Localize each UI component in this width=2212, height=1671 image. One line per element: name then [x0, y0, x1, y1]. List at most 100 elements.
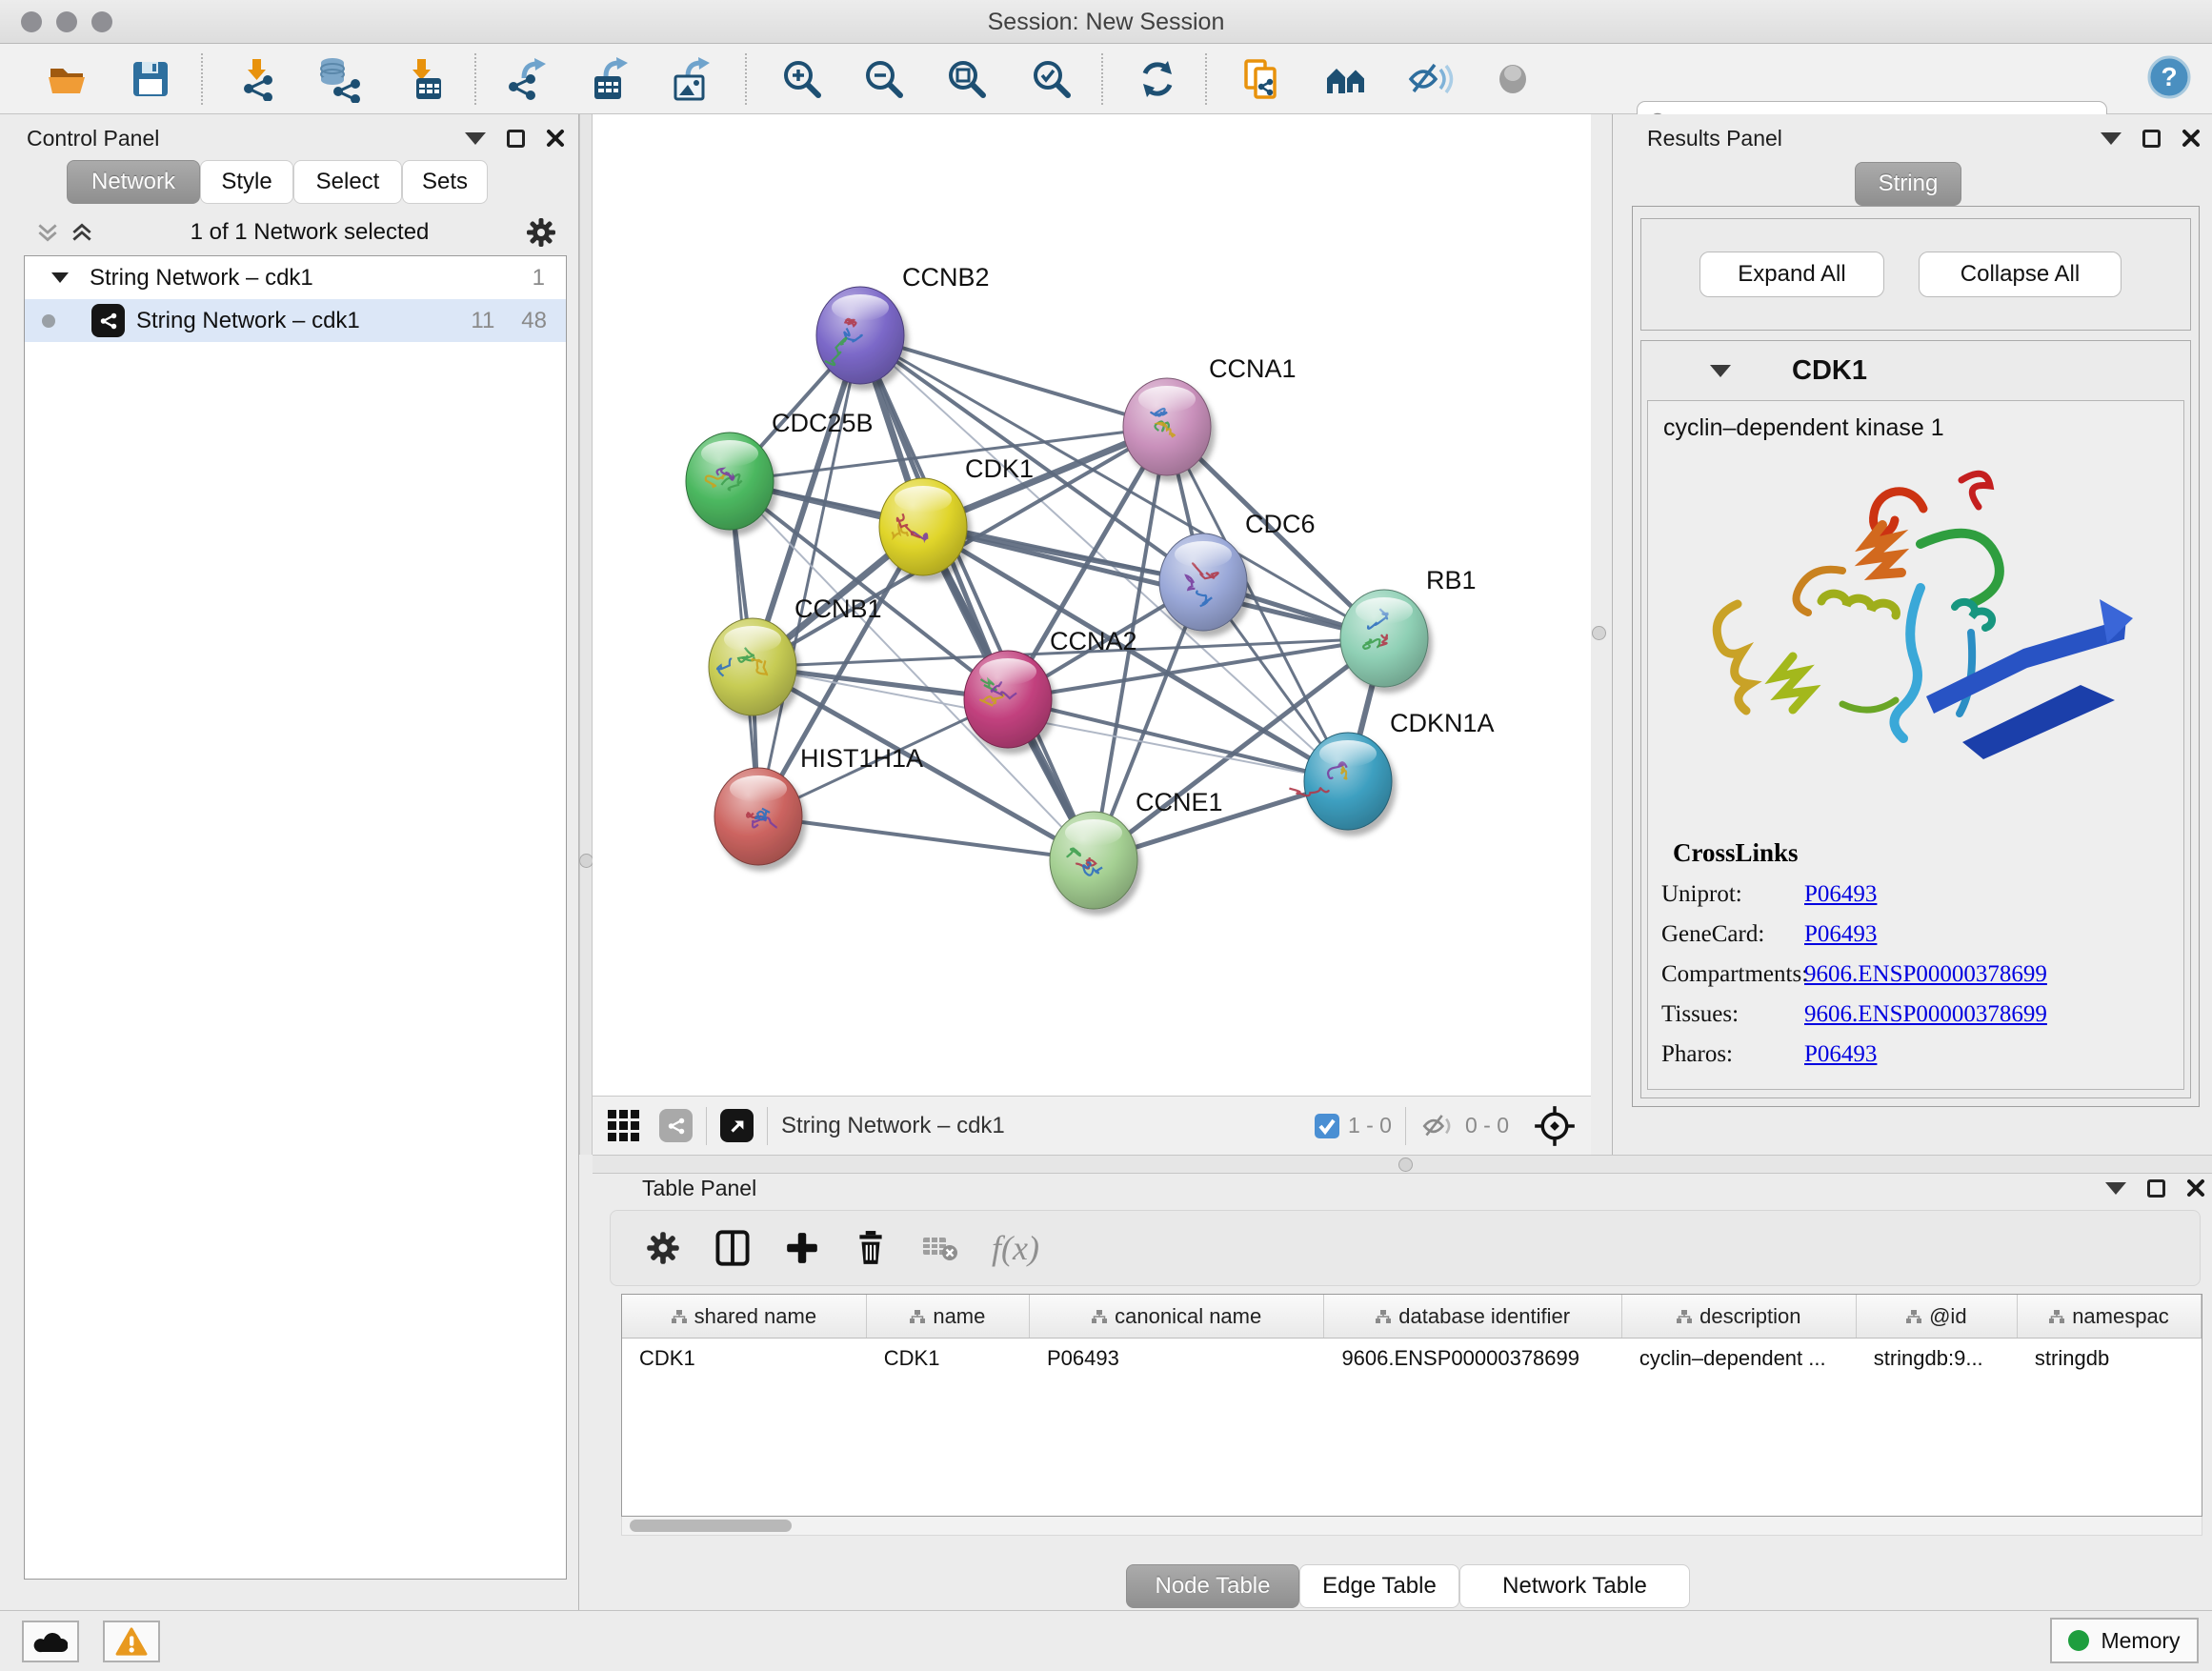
network-view-title: String Network – cdk1 [781, 1113, 1005, 1139]
horizontal-splitter[interactable] [593, 1155, 2212, 1174]
tab-sets[interactable]: Sets [402, 160, 488, 204]
network-options-gear-icon[interactable] [525, 216, 557, 249]
column-header-description[interactable]: description [1622, 1295, 1857, 1338]
tab-network-table[interactable]: Network Table [1459, 1564, 1690, 1608]
maximize-panel-icon[interactable] [507, 130, 525, 148]
cloud-status-button[interactable] [22, 1621, 79, 1662]
tab-edge-table[interactable]: Edge Table [1299, 1564, 1459, 1608]
crosslink-link[interactable]: 9606.ENSP00000378699 [1804, 1001, 2047, 1028]
scrollbar-thumb[interactable] [630, 1520, 792, 1532]
string-view-icon[interactable] [659, 1109, 693, 1142]
network-node[interactable]: CCNA1 [1123, 354, 1297, 475]
collapse-all-button[interactable]: Collapse All [1919, 252, 2122, 297]
network-node[interactable]: HIST1H1A [714, 744, 923, 865]
import-network-from-file-icon[interactable] [236, 55, 284, 103]
close-panel-icon[interactable] [546, 129, 565, 148]
export-image-icon[interactable] [667, 55, 714, 103]
network-canvas[interactable]: CCNB2CCNA1CDC25BCDK1CDC6RB1CCNB1CCNA2CDK… [593, 114, 1591, 1096]
zoom-fit-content-icon[interactable] [943, 55, 991, 103]
maximize-panel-icon[interactable] [2147, 1179, 2165, 1198]
maximize-panel-icon[interactable] [2142, 130, 2161, 148]
horizontal-splitter-handle[interactable] [1398, 1158, 1413, 1172]
crosslink-link[interactable]: P06493 [1804, 1041, 1877, 1068]
network-node[interactable]: CDC25B [686, 409, 874, 530]
import-table-from-file-icon[interactable] [401, 55, 449, 103]
show-columns-icon[interactable] [714, 1229, 752, 1267]
network-node[interactable]: CCNA2 [964, 627, 1137, 748]
collection-expand-icon[interactable] [51, 272, 69, 283]
open-session-icon[interactable] [43, 55, 90, 103]
tab-node-table[interactable]: Node Table [1126, 1564, 1299, 1608]
network-row[interactable]: String Network – cdk1 11 48 [25, 299, 566, 342]
network-collection-row[interactable]: String Network – cdk1 1 [25, 256, 566, 299]
expand-all-button[interactable]: Expand All [1699, 252, 1884, 297]
svg-text:?: ? [2161, 62, 2177, 91]
tab-string-results[interactable]: String [1855, 162, 1961, 206]
import-network-from-database-icon[interactable] [316, 55, 364, 103]
node-gloss-highlight [1065, 819, 1122, 846]
network-edge[interactable] [860, 335, 1094, 860]
table-row[interactable]: CDK1CDK1P064939606.ENSP00000378699cyclin… [622, 1339, 2202, 1379]
selected-checkbox-icon[interactable] [1314, 1113, 1340, 1139]
network-edge[interactable] [923, 527, 1384, 638]
function-builder-icon: f(x) [992, 1228, 1039, 1268]
expand-all-icon[interactable] [70, 220, 94, 245]
first-neighbors-icon[interactable] [1323, 55, 1371, 103]
expand-collapse-bar: Expand All Collapse All [1640, 218, 2191, 331]
float-panel-icon[interactable] [2105, 1182, 2126, 1195]
column-header-namespac[interactable]: namespac [2018, 1295, 2202, 1338]
collapse-all-icon[interactable] [35, 220, 60, 245]
network-node[interactable]: RB1 [1340, 566, 1477, 687]
close-panel-icon[interactable] [2186, 1178, 2205, 1198]
refresh-network-icon[interactable] [1134, 55, 1181, 103]
hide-selected-icon[interactable] [1406, 55, 1454, 103]
column-header-database-identifier[interactable]: database identifier [1324, 1295, 1621, 1338]
float-panel-icon[interactable] [465, 132, 486, 145]
save-session-icon[interactable] [127, 55, 174, 103]
zoom-in-icon[interactable] [778, 55, 826, 103]
main-toolbar: ? [0, 44, 2212, 114]
table-options-gear-icon[interactable] [645, 1230, 681, 1266]
delete-column-icon[interactable] [853, 1230, 889, 1266]
left-splitter-handle[interactable] [579, 854, 593, 868]
zoom-out-icon[interactable] [860, 55, 908, 103]
close-panel-icon[interactable] [2182, 129, 2201, 148]
entry-collapse-icon[interactable] [1710, 365, 1731, 377]
status-bar: Memory [0, 1610, 2212, 1671]
create-column-icon[interactable] [784, 1230, 820, 1266]
network-graph[interactable]: CCNB2CCNA1CDC25BCDK1CDC6RB1CCNB1CCNA2CDK… [593, 114, 1591, 1096]
float-panel-icon[interactable] [2101, 132, 2122, 145]
memory-button[interactable]: Memory [2050, 1618, 2199, 1663]
grid-view-icon[interactable] [606, 1108, 642, 1144]
crosslink-link[interactable]: P06493 [1804, 881, 1877, 908]
left-splitter[interactable] [579, 114, 593, 1155]
crosshair-icon[interactable] [1534, 1105, 1576, 1147]
column-header-shared-name[interactable]: shared name [622, 1295, 867, 1338]
column-header--id[interactable]: @id [1857, 1295, 2018, 1338]
clone-network-icon[interactable] [1237, 55, 1285, 103]
column-header-canonical-name[interactable]: canonical name [1030, 1295, 1325, 1338]
export-network-icon[interactable] [503, 55, 551, 103]
right-splitter-handle[interactable] [1592, 626, 1606, 640]
export-table-icon[interactable] [585, 55, 633, 103]
network-node[interactable]: CCNE1 [1050, 788, 1223, 909]
table-horizontal-scrollbar[interactable] [621, 1517, 2202, 1536]
column-header-name[interactable]: name [867, 1295, 1030, 1338]
network-node[interactable]: CDC6 [1159, 510, 1316, 631]
birds-eye-view-icon[interactable] [720, 1109, 754, 1142]
crosslink-link[interactable]: P06493 [1804, 921, 1877, 948]
table-toolbar: f(x) [610, 1210, 2201, 1286]
node-label: CCNB2 [902, 263, 990, 292]
network-edge[interactable] [758, 816, 1094, 860]
show-all-icon[interactable] [1489, 55, 1537, 103]
tab-select[interactable]: Select [293, 160, 402, 204]
network-node[interactable]: CCNB1 [709, 594, 882, 715]
warning-status-button[interactable] [103, 1621, 160, 1662]
tab-style[interactable]: Style [200, 160, 293, 204]
zoom-selected-icon[interactable] [1028, 55, 1076, 103]
entry-gene-name: CDK1 [1792, 355, 1867, 387]
help-icon[interactable]: ? [2145, 53, 2193, 101]
crosslink-link[interactable]: 9606.ENSP00000378699 [1804, 961, 2047, 988]
tab-network[interactable]: Network [67, 160, 200, 204]
network-edge[interactable] [860, 335, 1167, 427]
